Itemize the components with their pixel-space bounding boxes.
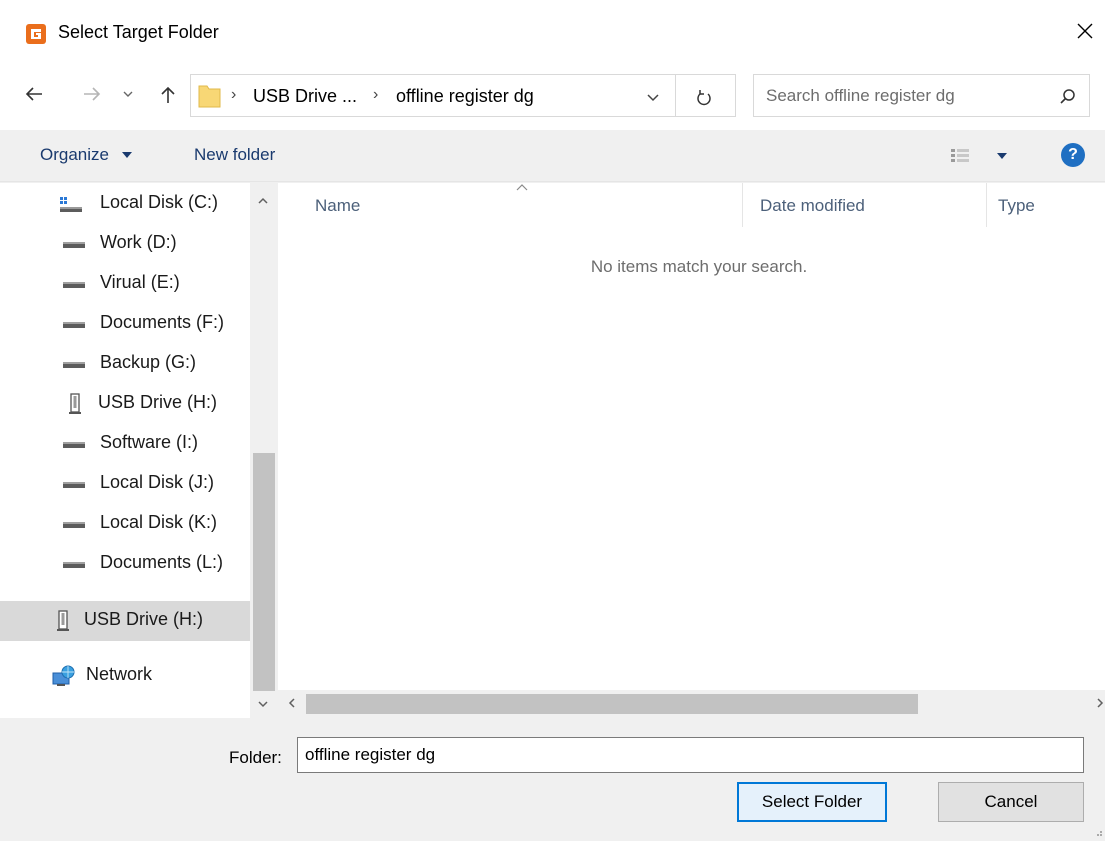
breadcrumb-separator: › — [231, 86, 237, 103]
drive-icon — [63, 242, 85, 248]
sort-ascending-icon — [516, 184, 528, 191]
folder-icon — [198, 85, 221, 108]
address-row: › USB Drive ... › offline register dg Se… — [0, 66, 1105, 130]
nav-item-label: Documents (L:) — [100, 552, 224, 572]
drive-icon — [63, 562, 85, 568]
scroll-left-button[interactable] — [284, 695, 300, 711]
breadcrumb-separator: › — [373, 86, 379, 103]
close-icon — [1077, 23, 1093, 39]
chevron-down-icon — [647, 94, 659, 102]
search-box[interactable]: Search offline register dg — [753, 74, 1090, 117]
nav-scrollbar[interactable] — [250, 183, 277, 718]
window-title: Select Target Folder — [58, 22, 219, 42]
drive-icon — [63, 322, 85, 328]
nav-item-label: USB Drive (H:) — [98, 392, 218, 412]
usb-drive-icon — [69, 393, 81, 414]
breadcrumb-item[interactable]: USB Drive ... — [253, 86, 357, 107]
nav-item-label: Local Disk (J:) — [100, 472, 215, 492]
refresh-button[interactable] — [691, 85, 717, 109]
nav-item-label: USB Drive (H:) — [84, 609, 204, 629]
drive-icon — [63, 282, 85, 288]
arrow-right-icon — [84, 87, 101, 101]
nav-item-local-disk-c[interactable]: Local Disk (C:) — [0, 184, 250, 224]
nav-item-documents-l[interactable]: Documents (L:) — [0, 544, 250, 584]
column-divider[interactable] — [742, 183, 743, 227]
nav-item-usb-drive-h-root[interactable]: USB Drive (H:) — [0, 601, 250, 641]
drive-icon — [63, 482, 85, 488]
nav-item-label: Local Disk (K:) — [100, 512, 218, 532]
scroll-right-button[interactable] — [1092, 695, 1105, 711]
network-icon — [52, 665, 75, 686]
breadcrumb-item[interactable]: offline register dg — [396, 86, 534, 107]
nav-item-local-disk-k[interactable]: Local Disk (K:) — [0, 504, 250, 544]
address-dropdown-button[interactable] — [640, 85, 666, 109]
chevron-left-icon — [288, 698, 295, 708]
new-folder-button[interactable]: New folder — [194, 145, 275, 165]
nav-item-local-disk-j[interactable]: Local Disk (J:) — [0, 464, 250, 504]
nav-item-work-d[interactable]: Work (D:) — [0, 224, 250, 264]
empty-state-message: No items match your search. — [590, 257, 808, 276]
file-list-pane: Name Date modified Type No items match y… — [278, 183, 1105, 718]
nav-item-software-i[interactable]: Software (I:) — [0, 424, 250, 464]
dropdown-arrow-icon — [121, 152, 132, 158]
change-view-button[interactable] — [948, 143, 1018, 174]
drive-icon — [63, 362, 85, 368]
horizontal-scroll-thumb[interactable] — [306, 694, 918, 714]
refresh-icon — [697, 90, 711, 106]
column-header-name[interactable]: Name — [315, 196, 360, 216]
nav-item-label: Local Disk (C:) — [100, 192, 219, 212]
folder-name-input[interactable] — [297, 737, 1084, 773]
nav-item-network[interactable]: Network — [0, 656, 250, 696]
system-drive-icon — [60, 197, 82, 212]
scroll-up-button[interactable] — [255, 193, 271, 209]
title-bar: Select Target Folder — [0, 0, 1105, 66]
nav-item-label: Virual (E:) — [100, 272, 180, 292]
resize-grip-icon[interactable] — [1093, 827, 1103, 837]
nav-item-backup-g[interactable]: Backup (G:) — [0, 344, 250, 384]
nav-item-label: Documents (F:) — [100, 312, 225, 332]
chevron-up-icon — [258, 197, 268, 204]
search-placeholder: Search offline register dg — [766, 86, 955, 105]
close-button[interactable] — [1070, 16, 1100, 46]
command-bar: Organize New folder ? — [0, 130, 1105, 182]
arrow-up-icon — [161, 86, 175, 103]
up-button[interactable] — [154, 80, 182, 108]
arrow-left-icon — [25, 87, 42, 101]
app-icon — [26, 24, 46, 44]
cancel-button[interactable]: Cancel — [938, 782, 1084, 822]
nav-item-virual-e[interactable]: Virual (E:) — [0, 264, 250, 304]
column-header-date-modified[interactable]: Date modified — [760, 196, 865, 216]
select-folder-button[interactable]: Select Folder — [737, 782, 887, 822]
nav-item-label: Network — [86, 664, 153, 684]
dialog-footer: Folder: Select Folder Cancel — [0, 718, 1105, 841]
column-header-type[interactable]: Type — [998, 196, 1035, 216]
recent-locations-button[interactable] — [118, 80, 138, 108]
scroll-down-button[interactable] — [255, 696, 271, 712]
nav-item-documents-f[interactable]: Documents (F:) — [0, 304, 250, 344]
address-divider — [675, 75, 676, 116]
usb-drive-icon — [57, 610, 69, 631]
chevron-down-icon — [258, 701, 268, 708]
nav-item-label: Backup (G:) — [100, 352, 197, 372]
nav-item-label: Software (I:) — [100, 432, 199, 452]
column-divider[interactable] — [986, 183, 987, 227]
nav-item-label: Work (D:) — [100, 232, 177, 252]
view-details-icon — [951, 149, 1007, 162]
drive-icon — [63, 442, 85, 448]
back-button[interactable] — [20, 80, 48, 108]
organize-button[interactable]: Organize — [40, 145, 134, 165]
search-icon — [1060, 89, 1075, 104]
nav-scroll-thumb[interactable] — [253, 453, 275, 691]
navigation-pane: Local Disk (C:) Work (D:) Virual (E:) Do… — [0, 183, 277, 718]
horizontal-scrollbar[interactable] — [278, 690, 1105, 718]
organize-label: Organize — [40, 145, 109, 164]
nav-item-usb-drive-h[interactable]: USB Drive (H:) — [0, 384, 250, 424]
chevron-down-icon — [123, 91, 133, 97]
chevron-right-icon — [1097, 698, 1104, 708]
folder-field-label: Folder: — [229, 748, 282, 767]
help-button[interactable]: ? — [1061, 143, 1085, 167]
address-bar[interactable]: › USB Drive ... › offline register dg — [190, 74, 736, 117]
forward-button[interactable] — [78, 80, 106, 108]
drive-icon — [63, 522, 85, 528]
